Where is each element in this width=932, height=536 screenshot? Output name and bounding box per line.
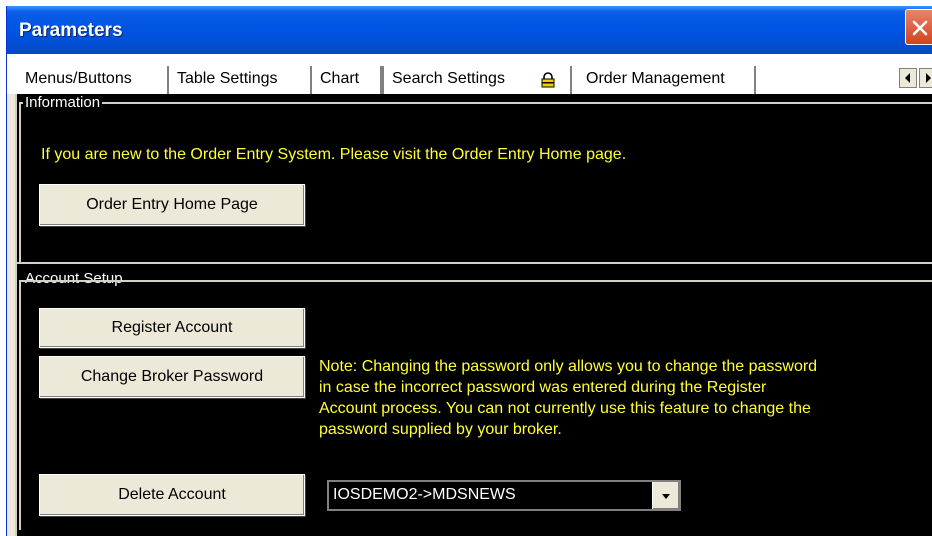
account-setup-top-line: [21, 280, 932, 282]
tab-scroll-arrows: [893, 68, 932, 88]
information-message: If you are new to the Order Entry System…: [41, 146, 627, 163]
register-account-button[interactable]: Register Account: [39, 308, 305, 348]
order-management-panel: Information If you are new to the Order …: [15, 94, 932, 536]
account-select[interactable]: IOSDEMO2->MDSNEWS: [327, 480, 681, 511]
arrow-right-icon: [926, 73, 931, 83]
chevron-down-icon: [662, 494, 670, 499]
information-group: Information If you are new to the Order …: [19, 94, 932, 264]
change-broker-password-button[interactable]: Change Broker Password: [39, 356, 305, 398]
lock-icon: [541, 72, 555, 88]
tab-strip: Menus/Buttons Table Settings Chart Searc…: [7, 54, 932, 94]
account-select-dropdown-button[interactable]: [652, 482, 679, 509]
group-divider: [17, 262, 932, 264]
tab-label: Menus/Buttons: [25, 70, 132, 87]
note-line: Note: Changing the password only allows …: [319, 358, 818, 375]
tab-table-settings[interactable]: Table Settings: [169, 66, 312, 94]
tab-scroll-left-button[interactable]: [899, 68, 917, 88]
note-line: in case the incorrect password was enter…: [319, 379, 767, 396]
tab-label: Order Management: [586, 70, 725, 87]
information-legend: Information: [23, 94, 103, 112]
tab-menus-buttons[interactable]: Menus/Buttons: [17, 66, 169, 94]
arrow-left-icon: [905, 73, 910, 83]
parameters-window: Parameters Menus/Buttons Table Settings …: [6, 6, 932, 536]
tab-label: Table Settings: [177, 70, 278, 87]
tab-scroll-right-button[interactable]: [919, 68, 932, 88]
account-select-value: IOSDEMO2->MDSNEWS: [333, 486, 516, 503]
tab-label: Search Settings: [392, 70, 505, 87]
window-title: Parameters: [19, 20, 123, 41]
close-icon: [912, 20, 928, 36]
delete-account-button[interactable]: Delete Account: [39, 474, 305, 516]
tab-order-management[interactable]: Order Management: [572, 66, 756, 94]
note-line: password supplied by your broker.: [319, 421, 562, 438]
close-button[interactable]: [905, 9, 932, 45]
change-password-note: Note: Changing the password only allows …: [319, 356, 817, 440]
note-line: Account process. You can not currently u…: [319, 400, 811, 417]
account-setup-group: Account Setup Register Account Change Br…: [19, 270, 932, 530]
account-setup-legend: Account Setup: [23, 270, 125, 288]
tab-search-settings[interactable]: Search Settings: [382, 66, 572, 94]
tab-label: Chart: [320, 70, 360, 87]
title-bar[interactable]: Parameters: [7, 6, 932, 54]
order-entry-home-page-button[interactable]: Order Entry Home Page: [39, 184, 305, 226]
tab-chart[interactable]: Chart: [312, 66, 382, 94]
